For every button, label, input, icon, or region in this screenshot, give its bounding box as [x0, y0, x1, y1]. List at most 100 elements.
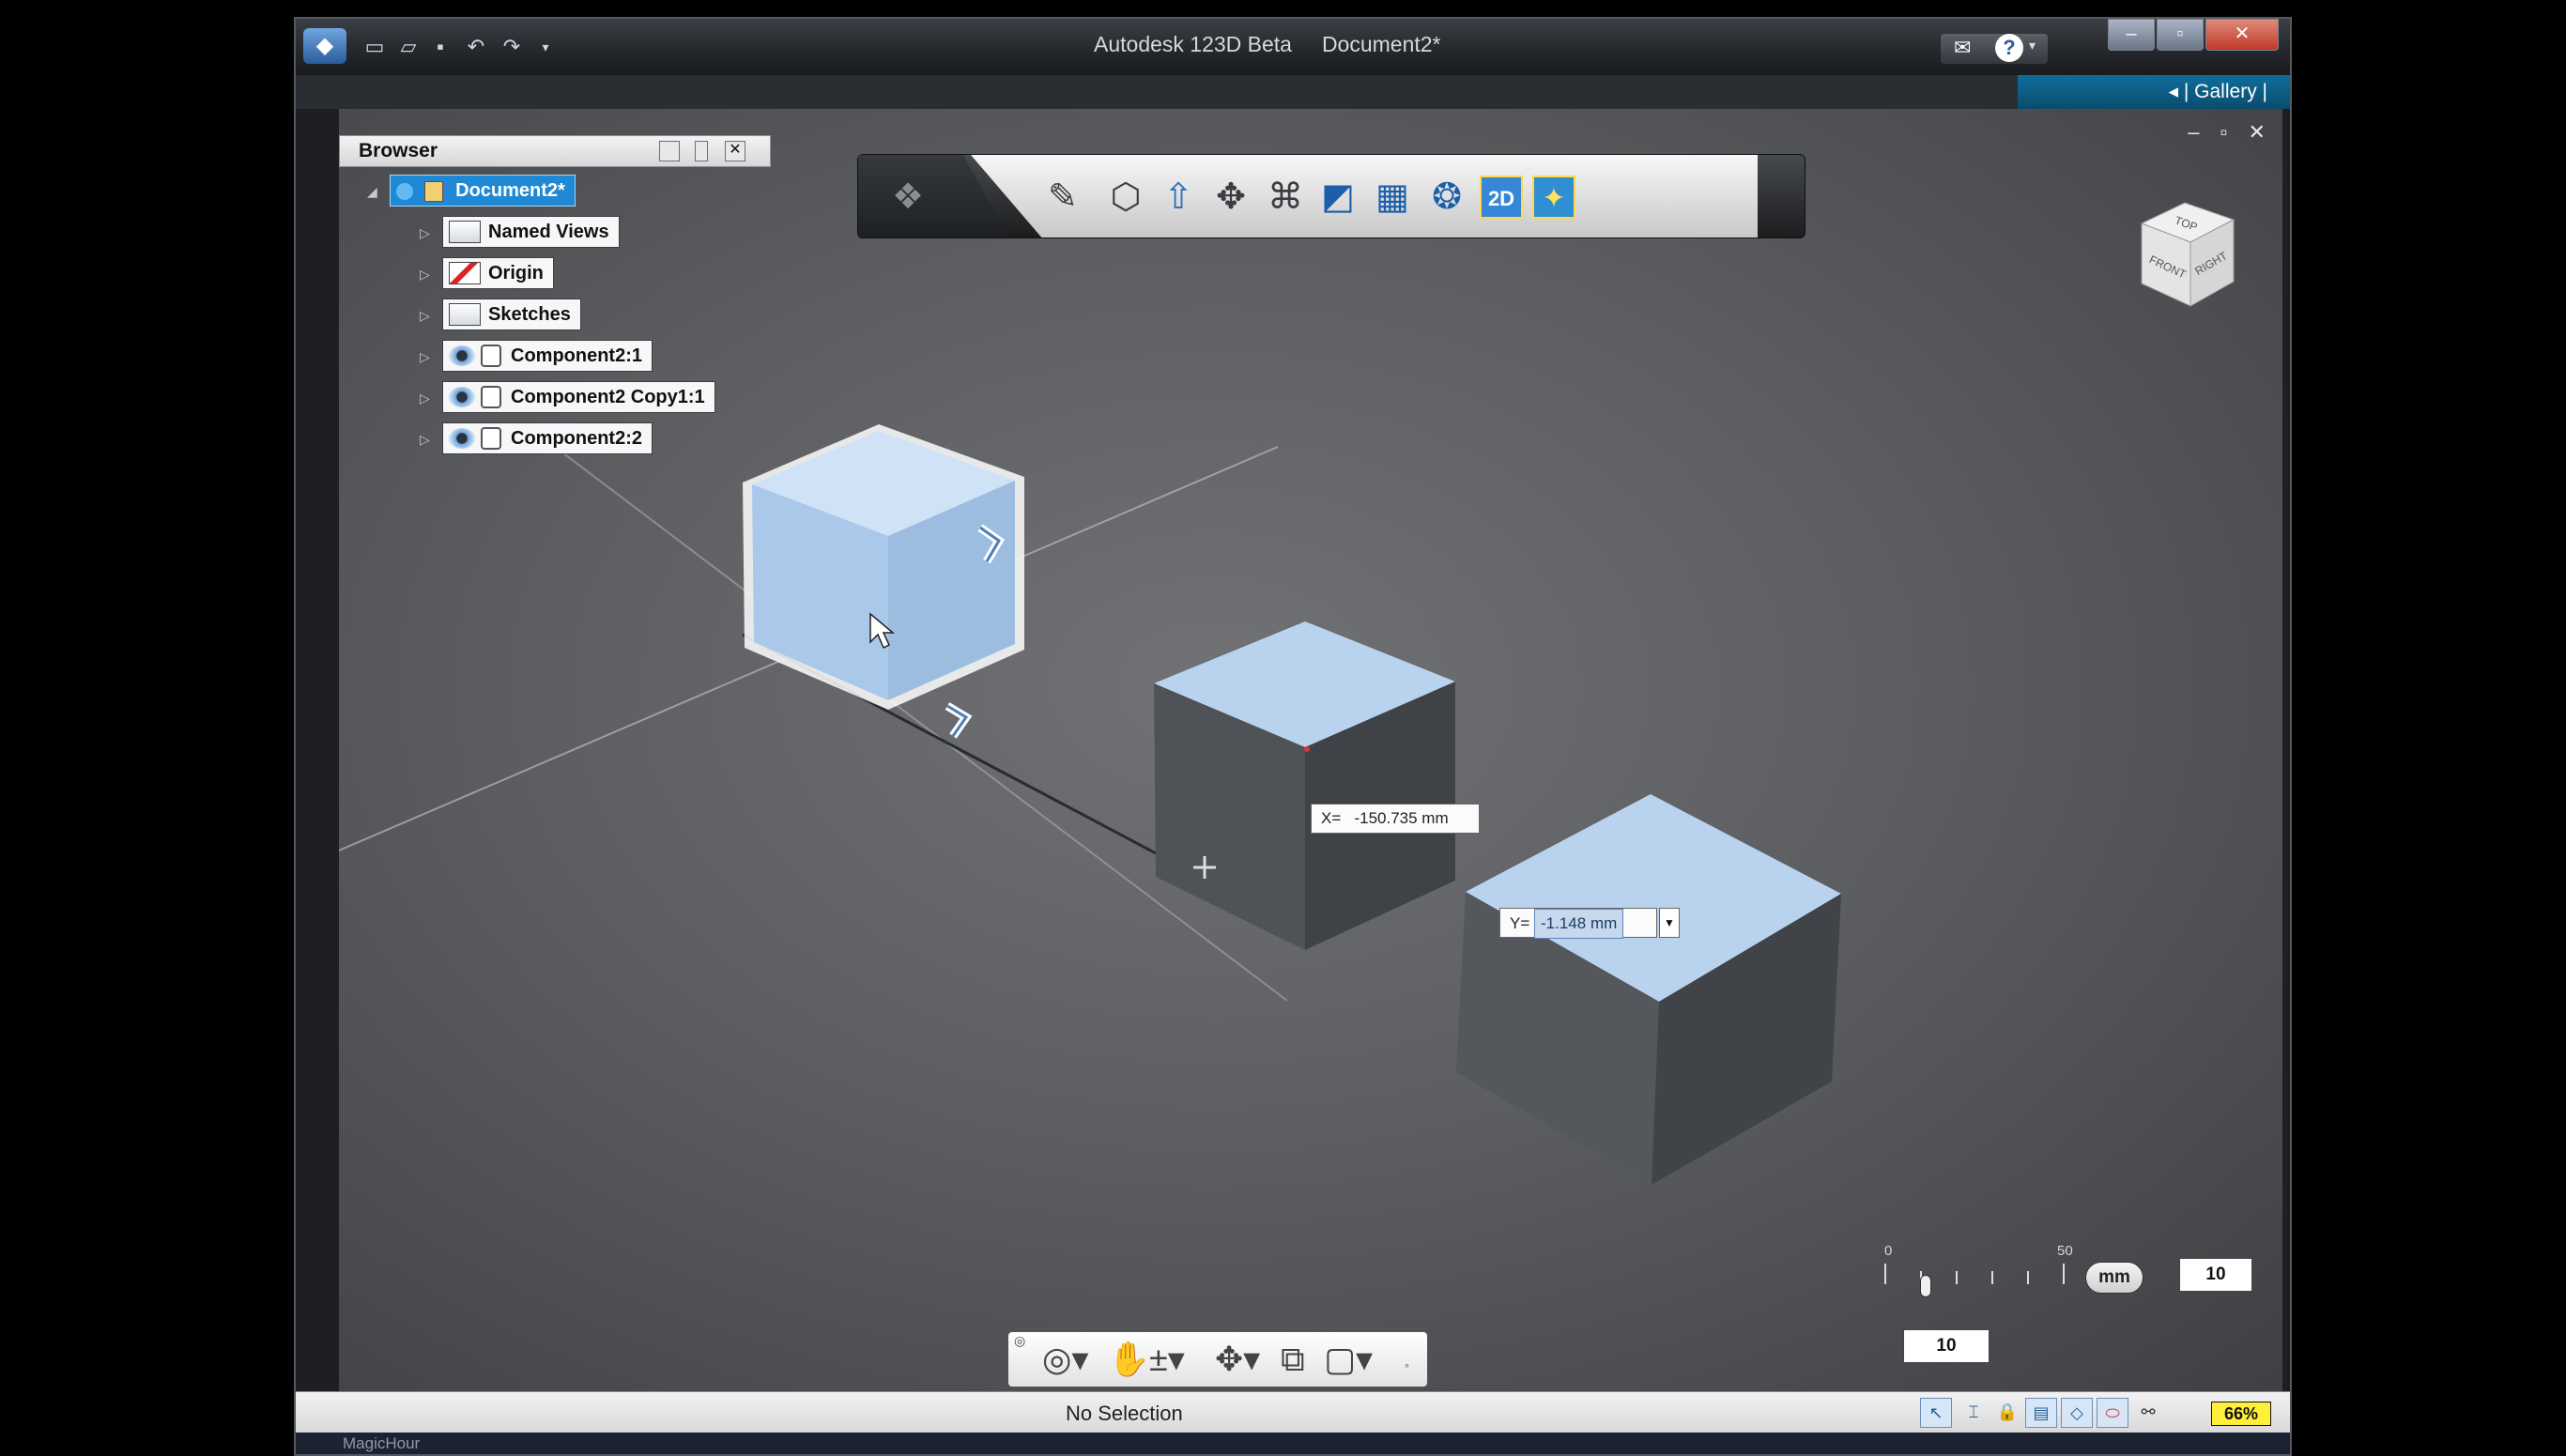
tree-root-document[interactable]: Document2* [390, 175, 576, 207]
component-icon [481, 386, 501, 408]
scale-tick [1991, 1271, 1993, 1284]
expand-icon[interactable]: ▷ [420, 308, 431, 323]
expand-icon[interactable]: ▷ [420, 267, 431, 282]
maximize-icon[interactable]: ▫ [2157, 19, 2204, 51]
grid-snap-icon[interactable]: ⌶ [1958, 1398, 1990, 1428]
main-toolbar: ❖ ✎ ⬡ ⇧ ✥ ⌘ ◩ ▦ ❂ 2D ✦ [857, 154, 1805, 238]
cube-middle[interactable] [1154, 621, 1455, 950]
viewport-window-controls[interactable]: – ▫ ✕ [2188, 120, 2273, 145]
modify-icon[interactable]: ✥ [1209, 176, 1252, 219]
minimize-icon[interactable]: – [2108, 19, 2155, 51]
expand-icon[interactable]: ▷ [420, 349, 431, 364]
scale-tick [1884, 1264, 1886, 1284]
close-icon[interactable]: ✕ [2205, 19, 2279, 51]
browser-settings-icon[interactable] [659, 141, 680, 161]
browser-panel: Browser ✕ ◢ Document2* ▷ Named Views ▷ O… [339, 135, 780, 492]
ghost-cube[interactable] [743, 424, 1024, 739]
toolbar-tools-section [971, 155, 1758, 238]
scale-tick [1956, 1271, 1958, 1284]
cube-right[interactable] [1456, 794, 1841, 1185]
fit-view-icon[interactable]: ⧉ [1281, 1338, 1305, 1381]
scale-tick [2063, 1264, 2065, 1284]
document-icon [423, 180, 443, 202]
tree-item-named-views[interactable]: Named Views [442, 216, 620, 248]
snap-slider-handle[interactable] [1920, 1275, 1931, 1297]
select-mode-icon[interactable]: ↖ [1920, 1398, 1952, 1428]
save-icon[interactable]: ▪ [427, 34, 453, 60]
redo-icon[interactable]: ↷ [499, 34, 525, 60]
visibility-icon[interactable] [449, 428, 475, 449]
expand-icon[interactable]: ▷ [420, 432, 431, 447]
pan-icon[interactable]: ✋ [1108, 1338, 1150, 1381]
component-icon [481, 427, 501, 450]
open-file-icon[interactable]: ▱ [395, 34, 422, 60]
look-at-icon[interactable]: ✥▾ [1215, 1338, 1260, 1381]
tree-item-component2-2[interactable]: Component2:2 [442, 422, 653, 454]
grid-size-input[interactable]: 10 [2179, 1258, 2252, 1292]
measure-icon[interactable]: ❂ [1425, 176, 1468, 219]
title-bar: ◆ ▭ ▱ ▪ ↶ ↷ ▾ Autodesk 123D Beta Documen… [296, 19, 2290, 75]
unit-button[interactable]: mm [2085, 1262, 2143, 1294]
scale-max-label: 50 [2057, 1243, 2073, 1259]
sub-bar [296, 75, 2290, 109]
scale-ruler: 0 50 [1884, 1243, 2073, 1299]
browser-title: Browser [359, 140, 438, 161]
app-menu-icon[interactable]: ◆ [303, 28, 346, 64]
tree-label: Document2* [455, 180, 565, 201]
expand-icon[interactable]: ▷ [420, 391, 431, 406]
construct-icon[interactable]: ⇧ [1157, 176, 1200, 219]
nav-bar-resize-icon[interactable]: ◦ [1405, 1358, 1409, 1372]
tree-item-component2-copy[interactable]: Component2 Copy1:1 [442, 381, 715, 413]
sketch-icon[interactable]: ✎ [1048, 176, 1078, 219]
lock-icon[interactable]: 🔒 [1991, 1398, 2023, 1428]
visual-style-icon[interactable]: ⬭ [2097, 1398, 2128, 1428]
status-text: No Selection [1066, 1402, 1183, 1425]
browser-close-icon[interactable]: ✕ [725, 141, 745, 161]
expand-icon[interactable]: ▷ [420, 225, 431, 240]
zoom-icon[interactable]: ±▾ [1149, 1338, 1185, 1381]
tree-item-component2-1[interactable]: Component2:1 [442, 340, 653, 372]
scale-tick [2027, 1271, 2029, 1284]
combine-icon[interactable]: ◩ [1316, 176, 1360, 219]
y-coordinate-input[interactable]: Y= -1.148 mm [1499, 908, 1657, 939]
browser-header: Browser ✕ [339, 135, 771, 167]
window-title: Autodesk 123D Beta Document2* [1094, 32, 1441, 56]
chevron-down-icon[interactable]: ▼ [1659, 908, 1680, 938]
help-icon[interactable]: ? [1995, 34, 2023, 62]
orbit-icon[interactable]: ◎▾ [1042, 1338, 1088, 1381]
collapse-icon[interactable]: ◢ [367, 184, 378, 199]
help-dropdown-icon[interactable]: ▾ [2029, 38, 2036, 54]
primitives-icon[interactable]: ⬡ [1104, 176, 1147, 219]
material-icon[interactable]: ✦ [1532, 176, 1575, 219]
communication-icon[interactable]: ✉ [1954, 36, 1971, 60]
visibility-icon[interactable] [449, 387, 475, 407]
new-file-icon[interactable]: ▭ [361, 34, 388, 60]
taskbar-label: MagicHour [343, 1434, 421, 1452]
visibility-icon[interactable] [449, 345, 475, 366]
zoom-level-badge: 66% [2211, 1402, 2271, 1426]
material-view-icon[interactable]: ◇ [2061, 1398, 2093, 1428]
pattern-icon[interactable]: ⌘ [1264, 176, 1307, 219]
tree-item-origin[interactable]: Origin [442, 257, 554, 289]
nav-bar-options-icon[interactable]: ◎ [1014, 1334, 1025, 1347]
undo-icon[interactable]: ↶ [463, 34, 489, 60]
customize-dropdown-icon[interactable]: ▾ [532, 34, 559, 60]
display-mode-icon[interactable]: ▤ [2025, 1398, 2057, 1428]
gallery-tab[interactable]: ◂ | Gallery | [2018, 75, 2290, 109]
tree-item-sketches[interactable]: Sketches [442, 299, 581, 330]
view-cube[interactable]: TOP FRONT RIGHT [2132, 197, 2245, 319]
main-menu-icon[interactable]: ❖ [886, 176, 930, 219]
multi-view-icon[interactable]: ⚯ [2132, 1398, 2164, 1428]
grouping-icon[interactable]: ▦ [1371, 176, 1414, 219]
visibility-icon[interactable] [396, 182, 413, 200]
2d-drawing-icon[interactable]: 2D [1480, 176, 1523, 219]
3d-viewport[interactable]: – ▫ ✕ Browser ✕ ◢ Document2* ▷ Named Vie… [339, 109, 2282, 1391]
x-coordinate-input[interactable]: X= -150.735 mm [1311, 804, 1480, 834]
taskbar-strip: MagicHour [296, 1433, 2290, 1454]
view-mode-icon[interactable]: ▢▾ [1324, 1338, 1373, 1381]
browser-pin-icon[interactable] [695, 141, 708, 161]
help-group: ✉ ? ▾ [1941, 34, 2048, 64]
snap-value-input[interactable]: 10 [1903, 1329, 1990, 1363]
folder-icon [449, 303, 481, 326]
component-icon [481, 345, 501, 367]
